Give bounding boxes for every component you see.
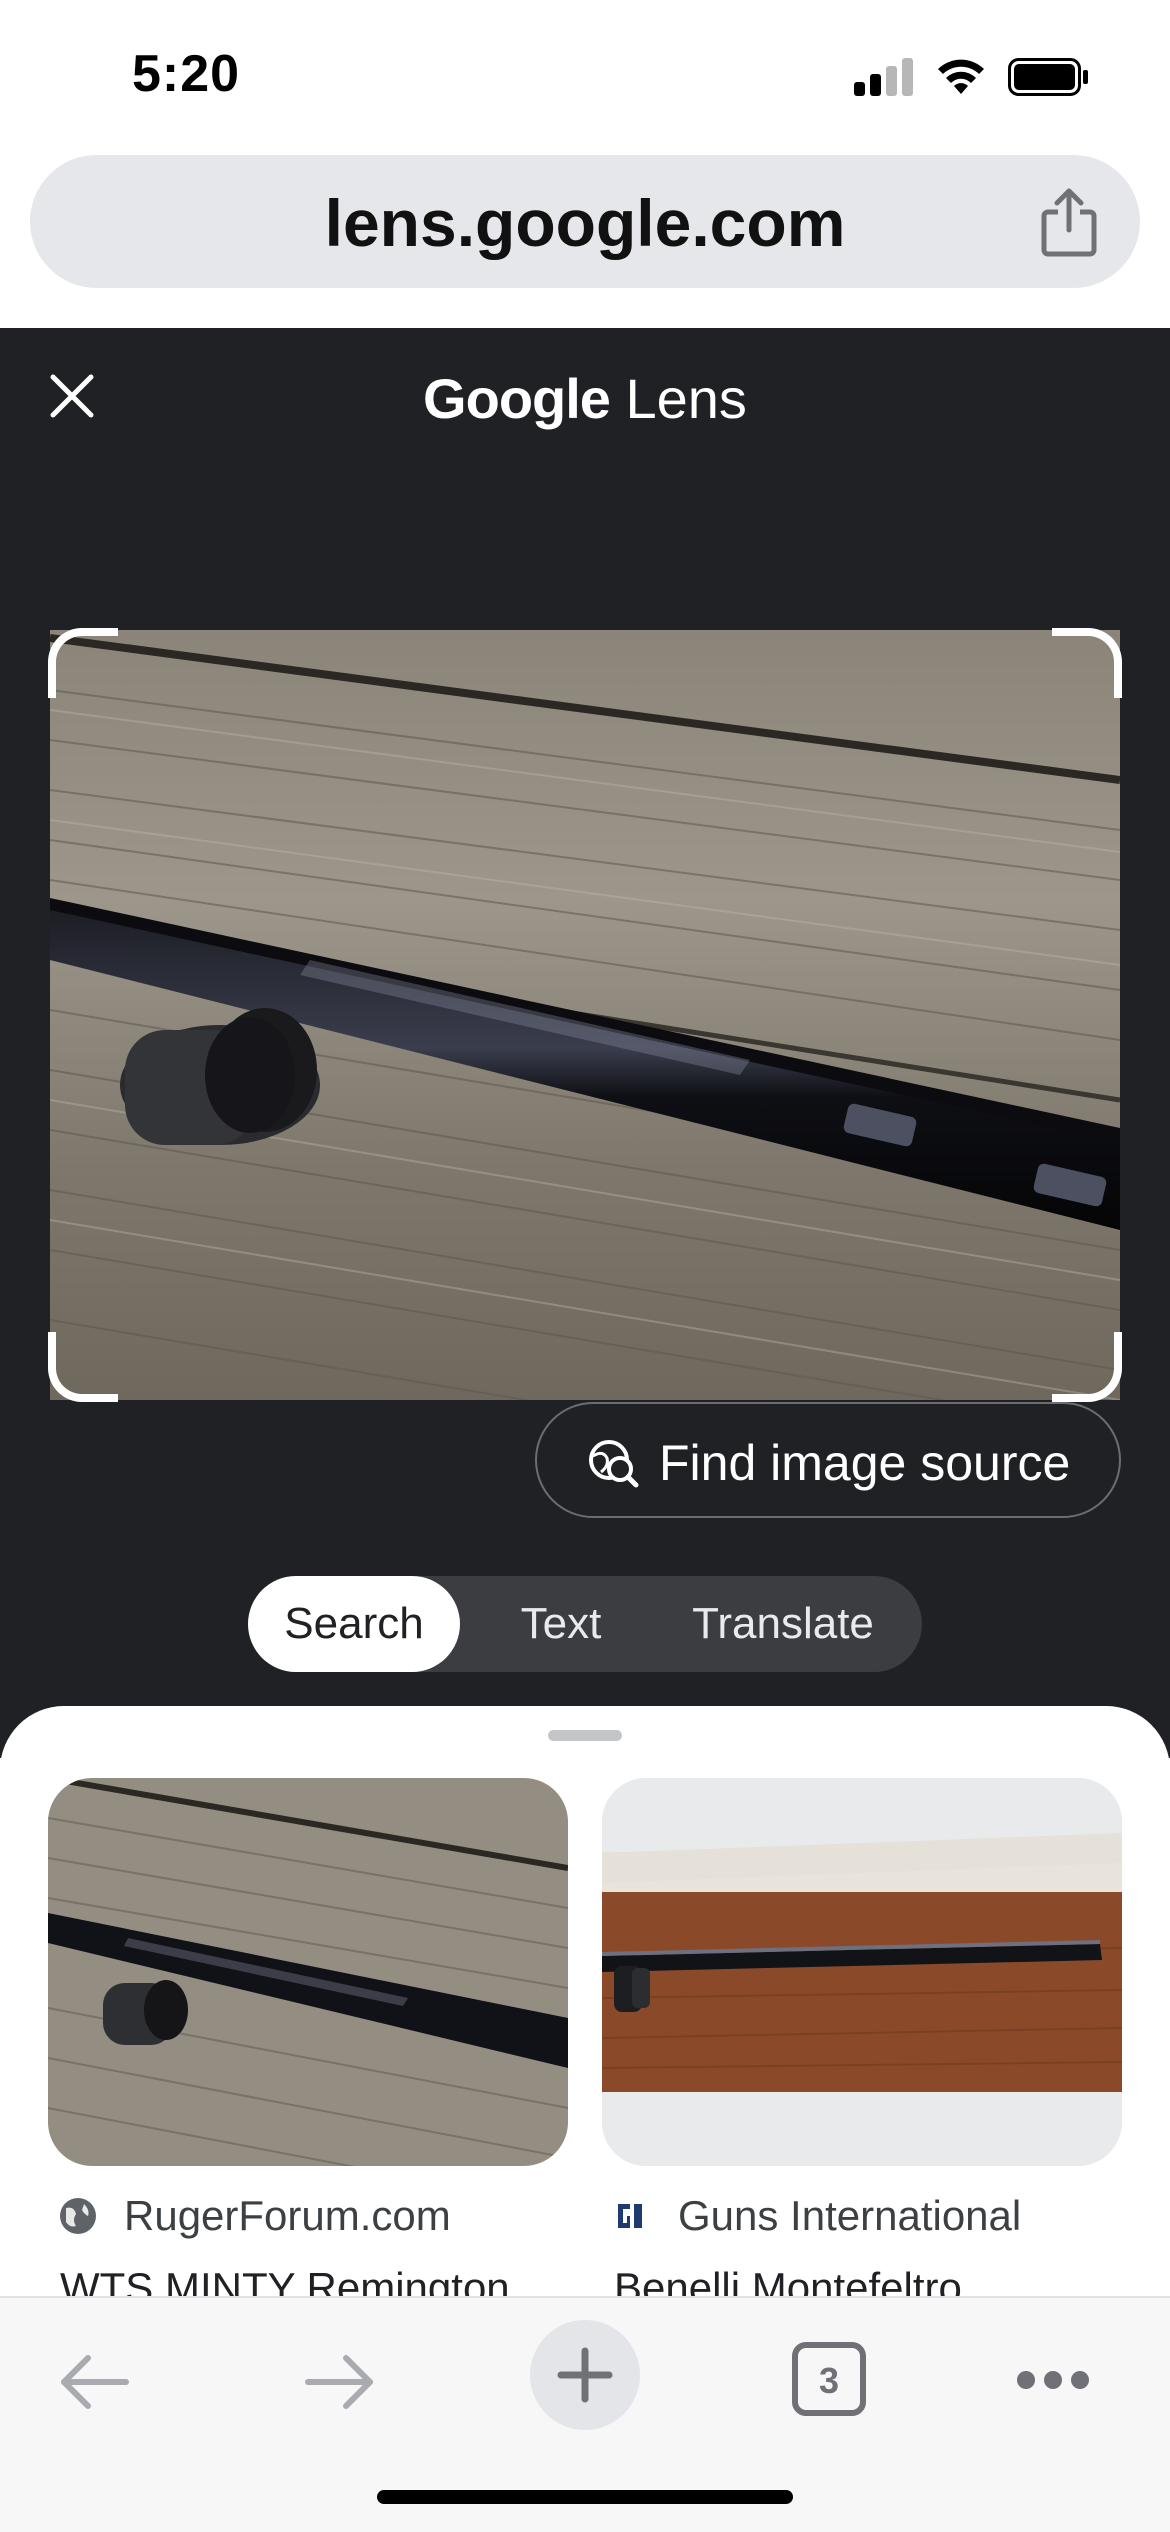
tab-search[interactable]: Search <box>248 1576 460 1672</box>
lens-mode-tabs: Search Text Translate <box>248 1576 922 1672</box>
selected-image[interactable] <box>50 630 1120 1400</box>
result-source[interactable]: RugerForum.com <box>48 2186 451 2246</box>
globe-search-icon <box>589 1440 639 1488</box>
results-sheet: RugerForum.com WTS MINTY Remington Guns … <box>0 1706 1170 2296</box>
tab-text[interactable]: Text <box>476 1576 646 1672</box>
home-indicator[interactable] <box>377 2490 793 2504</box>
result-source-name: Guns International <box>678 2192 1022 2239</box>
status-time: 5:20 <box>132 45 241 103</box>
share-icon[interactable] <box>1040 188 1098 258</box>
shotgun-barrel-photo <box>50 630 1120 1400</box>
sheet-drag-handle[interactable] <box>548 1730 622 1741</box>
address-bar[interactable]: lens.google.com <box>30 155 1140 288</box>
tab-switcher-button[interactable]: 3 <box>792 2342 866 2416</box>
result-card[interactable]: Guns International Benelli Montefeltro <box>602 1778 1122 2296</box>
url-text[interactable]: lens.google.com <box>30 185 1140 261</box>
forward-arrow-icon[interactable] <box>302 2352 376 2412</box>
result-image-barrel-on-table <box>602 1778 1122 2166</box>
find-image-source-button[interactable]: Find image source <box>535 1402 1121 1518</box>
result-title[interactable]: WTS MINTY Remington <box>60 2264 510 2296</box>
new-tab-button[interactable] <box>530 2320 640 2430</box>
back-arrow-icon[interactable] <box>58 2352 132 2412</box>
globe-icon <box>60 2198 96 2234</box>
tab-translate[interactable]: Translate <box>658 1576 908 1672</box>
result-source-name: RugerForum.com <box>124 2192 451 2239</box>
result-title[interactable]: Benelli Montefeltro <box>614 2264 962 2296</box>
wifi-icon <box>938 59 984 94</box>
lens-title-word: Lens <box>625 367 747 430</box>
cellular-signal-icon <box>854 58 914 96</box>
result-source[interactable]: Guns International <box>602 2186 1021 2246</box>
more-options-icon[interactable] <box>1016 2368 1090 2392</box>
guns-international-logo <box>614 2198 650 2234</box>
crop-handle-bottom-right[interactable] <box>1052 1332 1122 1402</box>
crop-handle-top-right[interactable] <box>1052 628 1122 698</box>
tab-count: 3 <box>818 2360 840 2401</box>
find-image-source-label: Find image source <box>659 1435 1071 1491</box>
lens-title-brand: Google <box>423 367 611 430</box>
result-image-barrel-on-wood <box>48 1778 568 2166</box>
google-lens-logo: Google Lens <box>0 366 1170 431</box>
status-bar: 5:20 <box>0 0 1170 150</box>
crop-handle-bottom-left[interactable] <box>48 1332 118 1402</box>
result-thumbnail[interactable] <box>602 1778 1122 2166</box>
result-card[interactable]: RugerForum.com WTS MINTY Remington <box>48 1778 568 2296</box>
result-thumbnail[interactable] <box>48 1778 568 2166</box>
plus-icon <box>557 2347 613 2403</box>
crop-handle-top-left[interactable] <box>48 628 118 698</box>
battery-icon <box>1008 58 1088 96</box>
